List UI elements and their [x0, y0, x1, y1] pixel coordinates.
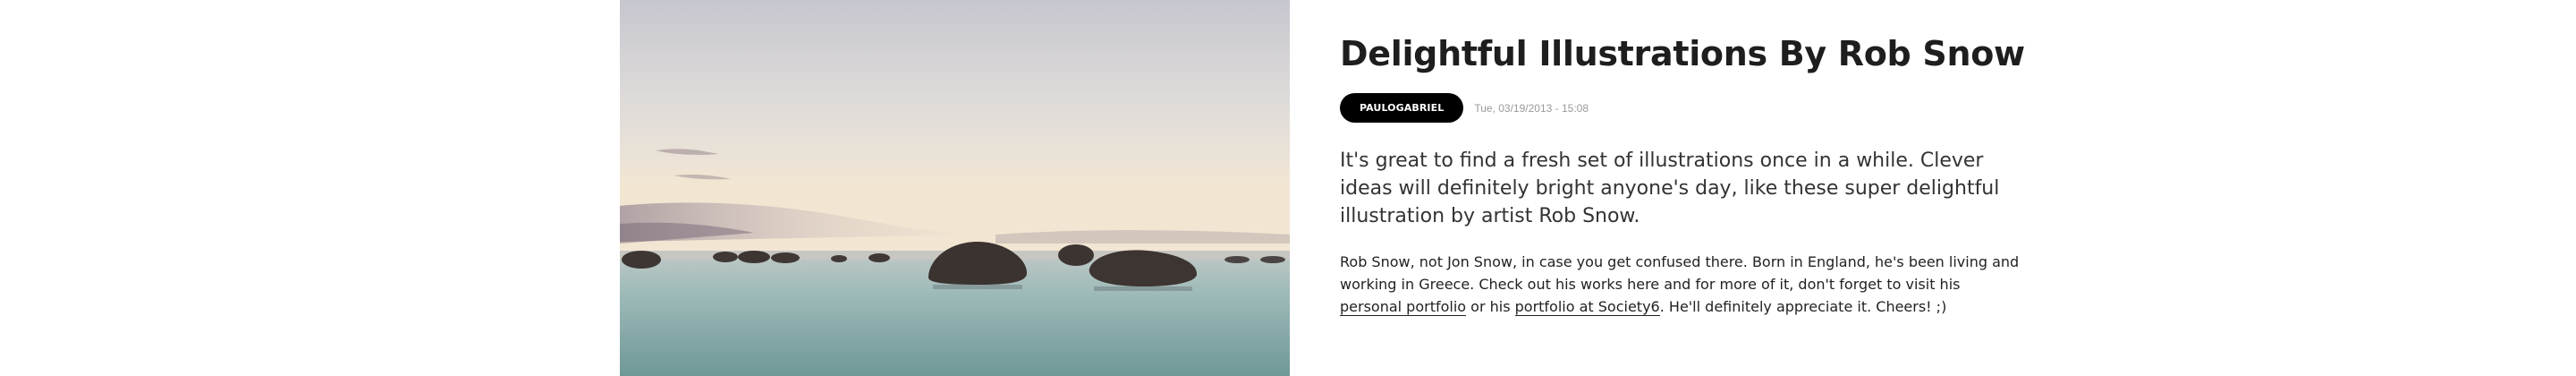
article-body: Rob Snow, not Jon Snow, in case you get … [1340, 251, 2020, 318]
personal-portfolio-link[interactable]: personal portfolio [1340, 298, 1467, 316]
seascape-photo [620, 0, 1290, 376]
body-text-part2: or his [1466, 298, 1515, 315]
article-meta: PAULOGABRIEL Tue, 03/19/2013 - 15:08 [1340, 93, 2020, 123]
article-row: Delightful Illustrations By Rob Snow PAU… [0, 0, 2576, 376]
author-badge[interactable]: PAULOGABRIEL [1340, 93, 1464, 123]
body-text-part1: Rob Snow, not Jon Snow, in case you get … [1340, 253, 2020, 293]
post-date: Tue, 03/19/2013 - 15:08 [1474, 101, 1589, 115]
society6-portfolio-link[interactable]: portfolio at Society6 [1514, 298, 1660, 316]
article-teaser: Delightful Illustrations By Rob Snow PAU… [1340, 32, 2025, 318]
hero-image[interactable] [620, 0, 1290, 376]
article-lead: It's great to find a fresh set of illust… [1340, 150, 2000, 227]
body-text-part3: . He'll definitely appreciate it. Cheers… [1659, 298, 1947, 315]
article-title[interactable]: Delightful Illustrations By Rob Snow [1340, 32, 2025, 75]
